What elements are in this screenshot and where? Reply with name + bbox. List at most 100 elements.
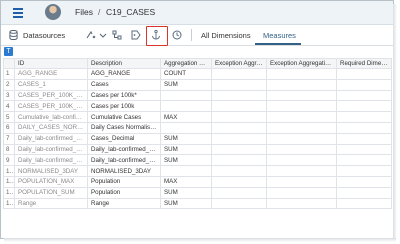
cell-exception-aggregation[interactable] [211, 186, 267, 199]
cell-description[interactable]: Range [87, 197, 161, 210]
cell-exception-aggregation[interactable] [211, 132, 267, 145]
cell-required-dimensions[interactable] [336, 89, 392, 102]
cell-description[interactable]: Cases_Decimal [87, 132, 161, 145]
table-row[interactable]: 10 NORMALISED_3DAY NORMALISED_3DAY [3, 165, 392, 177]
column-header-description[interactable]: Description [87, 58, 161, 69]
table-row[interactable]: 2 CASES_1 Cases SUM [3, 78, 392, 91]
cell-id[interactable]: Daily_lab-confirmed_ca... [14, 132, 88, 145]
cell-exception-aggregation[interactable] [211, 111, 267, 123]
cell-exception-aggregation[interactable] [211, 197, 267, 210]
cell-required-dimensions[interactable] [336, 78, 392, 91]
cell-aggregation-type[interactable]: SUM [160, 132, 212, 145]
cell-required-dimensions[interactable] [336, 111, 392, 123]
filter-toggle-button[interactable]: T [4, 47, 13, 56]
cell-required-dimensions[interactable] [336, 68, 392, 80]
cell-description[interactable]: Daily Cases Normalised [87, 121, 161, 134]
cell-exception-aggregation[interactable] [211, 100, 267, 113]
cell-required-dimensions[interactable] [336, 165, 392, 177]
cell-aggregation-type[interactable] [160, 121, 212, 134]
cell-description[interactable]: Population [87, 175, 161, 188]
cell-required-dimensions[interactable] [336, 154, 392, 167]
column-header-exception-aggregation-dims[interactable]: Exception Aggregation ... [266, 58, 337, 69]
cell-description[interactable]: Daily_lab-confirmed_ca... [87, 154, 161, 167]
cell-id[interactable]: POPULATION_MAX [14, 175, 88, 188]
cell-id[interactable]: DAILY_CASES_NORMAL... [14, 121, 88, 134]
table-row[interactable]: 11 POPULATION_MAX Population MAX [3, 175, 392, 188]
cell-aggregation-type[interactable]: SUM [160, 197, 212, 210]
cell-exception-aggregation[interactable] [211, 143, 267, 156]
cell-required-dimensions[interactable] [336, 186, 392, 199]
cell-required-dimensions[interactable] [336, 197, 392, 210]
tag-icon[interactable] [130, 29, 142, 41]
cell-description[interactable]: Cases [87, 78, 161, 91]
cell-id[interactable]: CASES_PER_100K_DAY [14, 100, 88, 113]
cell-exception-aggregation-dims[interactable] [266, 78, 337, 91]
cell-id[interactable]: CASES_PER_100K_AGG [14, 89, 88, 102]
cell-exception-aggregation[interactable] [211, 175, 267, 188]
cell-id[interactable]: Cumulative_lab-confirme... [14, 111, 88, 123]
cell-exception-aggregation-dims[interactable] [266, 186, 337, 199]
cell-aggregation-type[interactable]: SUM [160, 143, 212, 156]
column-header-aggregation-type[interactable]: Aggregation Ty... [160, 58, 212, 69]
cell-exception-aggregation-dims[interactable] [266, 165, 337, 177]
column-header-exception-aggregation[interactable]: Exception Aggre... [211, 58, 267, 69]
table-row[interactable]: 7 Daily_lab-confirmed_ca... Cases_Decimal S… [3, 132, 392, 145]
cell-aggregation-type[interactable]: SUM [160, 78, 212, 91]
cell-required-dimensions[interactable] [336, 100, 392, 113]
cell-id[interactable]: Range [14, 197, 88, 210]
cell-exception-aggregation-dims[interactable] [266, 132, 337, 145]
cell-exception-aggregation-dims[interactable] [266, 100, 337, 113]
breadcrumb-root[interactable]: Files [75, 7, 93, 17]
table-row[interactable]: 3 CASES_PER_100K_AGG Cases per 100k* [3, 89, 392, 102]
tab-all-dimensions[interactable]: All Dimensions [201, 31, 251, 40]
cell-exception-aggregation[interactable] [211, 68, 267, 80]
table-row[interactable]: 5 Cumulative_lab-confirme... Cumulative Ca… [3, 111, 392, 123]
cell-id[interactable]: NORMALISED_3DAY [14, 165, 88, 177]
cell-exception-aggregation-dims[interactable] [266, 197, 337, 210]
cell-exception-aggregation[interactable] [211, 154, 267, 167]
cell-exception-aggregation-dims[interactable] [266, 175, 337, 188]
cell-id[interactable]: CASES_1 [14, 78, 88, 91]
cell-exception-aggregation-dims[interactable] [266, 89, 337, 102]
table-row[interactable]: 1 AGG_RANGE AGG_RANGE COUNT [3, 68, 392, 80]
cell-aggregation-type[interactable] [160, 165, 212, 177]
cell-description[interactable]: Population [87, 186, 161, 199]
datasources-label[interactable]: Datasources [23, 31, 65, 40]
cell-aggregation-type[interactable] [160, 89, 212, 102]
cell-id[interactable]: Daily_lab-confirmed_ca... [14, 143, 88, 156]
anchor-icon[interactable] [150, 29, 162, 41]
cell-id[interactable]: POPULATION_SUM [14, 186, 88, 199]
table-row[interactable]: 12 POPULATION_SUM Population SUM [3, 186, 392, 199]
table-row[interactable]: 4 CASES_PER_100K_DAY Cases per 100k [3, 100, 392, 113]
cell-description[interactable]: NORMALISED_3DAY [87, 165, 161, 177]
column-header-id[interactable]: ID [14, 58, 88, 69]
cell-required-dimensions[interactable] [336, 143, 392, 156]
cell-aggregation-type[interactable] [160, 100, 212, 113]
cell-exception-aggregation-dims[interactable] [266, 68, 337, 80]
cell-required-dimensions[interactable] [336, 175, 392, 188]
table-row[interactable]: 8 Daily_lab-confirmed_ca... Daily_lab-conf… [3, 143, 392, 156]
cell-exception-aggregation-dims[interactable] [266, 143, 337, 156]
cell-aggregation-type[interactable]: MAX [160, 111, 212, 123]
cell-required-dimensions[interactable] [336, 121, 392, 134]
cell-description[interactable]: Cases per 100k [87, 100, 161, 113]
table-row[interactable]: 9 Daily_lab-confirmed_ca... Daily_lab-conf… [3, 154, 392, 167]
table-row[interactable]: 6 DAILY_CASES_NORMAL... Daily Cases Normal… [3, 121, 392, 134]
cell-description[interactable]: Daily_lab-confirmed_ca... [87, 143, 161, 156]
cell-exception-aggregation-dims[interactable] [266, 121, 337, 134]
cell-exception-aggregation[interactable] [211, 165, 267, 177]
cell-aggregation-type[interactable]: SUM [160, 154, 212, 167]
hamburger-menu-icon[interactable] [11, 5, 25, 19]
cell-aggregation-type[interactable]: MAX [160, 175, 212, 188]
cell-description[interactable]: Cumulative Cases [87, 111, 161, 123]
cell-exception-aggregation[interactable] [211, 89, 267, 102]
cell-id[interactable]: Daily_lab-confirmed_ca... [14, 154, 88, 167]
cell-id[interactable]: AGG_RANGE [14, 68, 88, 80]
table-row[interactable]: 13 Range Range SUM [3, 197, 392, 210]
tab-measures[interactable]: Measures [263, 31, 296, 40]
hierarchy-icon[interactable] [111, 29, 123, 41]
avatar[interactable] [45, 4, 61, 20]
cell-exception-aggregation[interactable] [211, 121, 267, 134]
cell-exception-aggregation[interactable] [211, 78, 267, 91]
cell-required-dimensions[interactable] [336, 132, 392, 145]
